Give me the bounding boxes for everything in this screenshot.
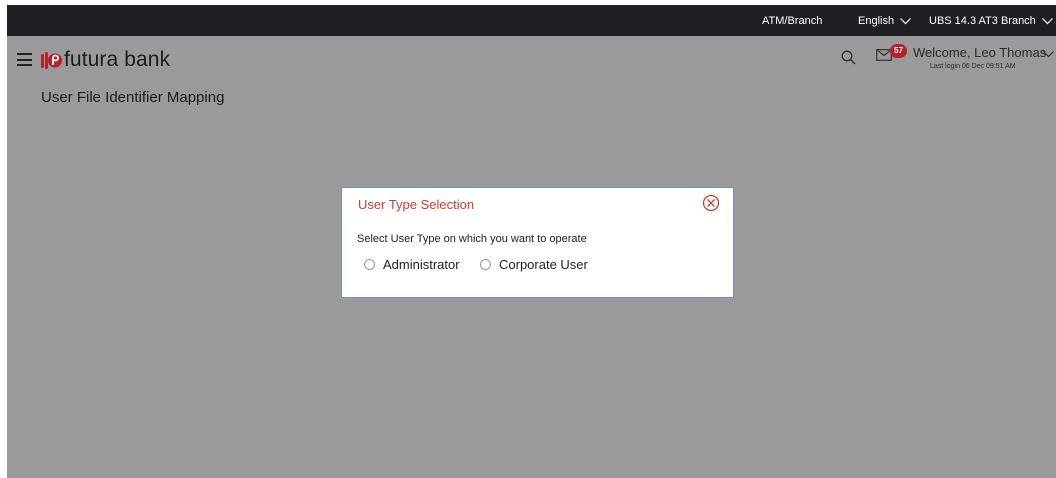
search-icon[interactable] bbox=[841, 50, 856, 65]
menu-icon[interactable] bbox=[17, 53, 32, 66]
language-selector[interactable]: English bbox=[858, 15, 912, 27]
radio-administrator[interactable]: Administrator bbox=[364, 257, 460, 272]
modal-title: User Type Selection bbox=[358, 197, 475, 212]
brand-name: futura bank bbox=[64, 48, 171, 71]
atm-branch-link[interactable]: ATM/Branch bbox=[762, 15, 822, 27]
close-icon[interactable] bbox=[702, 194, 720, 212]
branch-label: UBS 14.3 AT3 Branch bbox=[929, 15, 1036, 27]
radio-circle[interactable] bbox=[364, 259, 375, 270]
radio-circle[interactable] bbox=[480, 259, 491, 270]
radio-label: Corporate User bbox=[499, 257, 588, 272]
radio-label: Administrator bbox=[383, 257, 460, 272]
app-header: futura bank 57 Welcome, Leo Thomas Last … bbox=[7, 36, 1056, 80]
chevron-down-icon[interactable] bbox=[1043, 51, 1054, 58]
chevron-down-icon bbox=[1041, 17, 1053, 24]
last-login-text: Last login 06 Dec 09:51 AM bbox=[930, 63, 1016, 70]
top-utility-bar: ATM/Branch English UBS 14.3 AT3 Branch bbox=[7, 5, 1056, 36]
branch-selector[interactable]: UBS 14.3 AT3 Branch bbox=[929, 15, 1053, 27]
user-type-selection-dialog: User Type Selection Select User Type on … bbox=[341, 187, 734, 298]
atm-branch-label: ATM/Branch bbox=[762, 15, 823, 27]
modal-description: Select User Type on which you want to op… bbox=[357, 233, 587, 245]
page-title: User File Identifier Mapping bbox=[41, 89, 225, 106]
radio-corporate-user[interactable]: Corporate User bbox=[480, 257, 588, 272]
chevron-down-icon bbox=[900, 17, 912, 24]
language-label: English bbox=[858, 15, 895, 27]
welcome-text[interactable]: Welcome, Leo Thomas bbox=[913, 45, 1046, 60]
brand-logo[interactable]: futura bank bbox=[41, 48, 170, 72]
notification-badge[interactable]: 57 bbox=[890, 44, 907, 58]
logo-icon bbox=[41, 51, 62, 69]
